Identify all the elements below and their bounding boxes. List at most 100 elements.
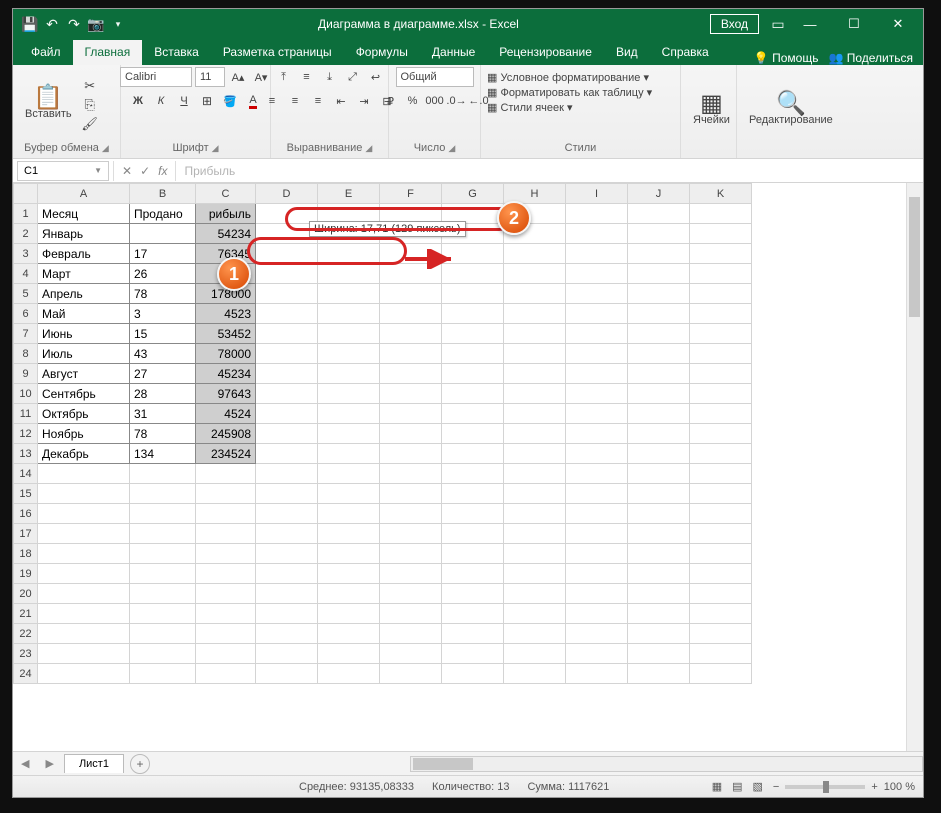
cell[interactable] xyxy=(380,264,442,284)
cell[interactable] xyxy=(130,224,196,244)
cell[interactable] xyxy=(380,304,442,324)
cell[interactable] xyxy=(256,604,318,624)
italic-button[interactable]: К xyxy=(151,91,171,111)
cell[interactable] xyxy=(380,584,442,604)
cell[interactable] xyxy=(442,584,504,604)
row-header-15[interactable]: 15 xyxy=(14,484,38,504)
cell[interactable] xyxy=(690,444,752,464)
cell[interactable] xyxy=(442,624,504,644)
row-header-6[interactable]: 6 xyxy=(14,304,38,324)
column-header-J[interactable]: J xyxy=(628,184,690,204)
cell[interactable] xyxy=(318,344,380,364)
font-size-combo[interactable]: 11 xyxy=(195,67,225,87)
cell[interactable] xyxy=(690,364,752,384)
cell[interactable] xyxy=(318,524,380,544)
cell[interactable]: Апрель xyxy=(38,284,130,304)
cell[interactable] xyxy=(566,484,628,504)
cell[interactable] xyxy=(318,564,380,584)
cell[interactable] xyxy=(504,204,566,224)
cell[interactable]: 4523 xyxy=(196,304,256,324)
cell[interactable]: 15 xyxy=(130,324,196,344)
cell[interactable] xyxy=(318,404,380,424)
cell[interactable] xyxy=(628,204,690,224)
align-top-icon[interactable]: ⤒ xyxy=(274,67,294,87)
cell[interactable] xyxy=(566,344,628,364)
maximize-button[interactable]: ☐ xyxy=(833,10,875,38)
cell[interactable] xyxy=(196,464,256,484)
cell[interactable] xyxy=(504,484,566,504)
redo-icon[interactable]: ↷ xyxy=(65,15,83,33)
cell[interactable] xyxy=(256,444,318,464)
save-icon[interactable]: 💾 xyxy=(21,15,39,33)
cell[interactable] xyxy=(504,384,566,404)
cell[interactable] xyxy=(504,464,566,484)
row-header-18[interactable]: 18 xyxy=(14,544,38,564)
increase-decimal-icon[interactable]: .0→ xyxy=(447,91,467,111)
column-header-K[interactable]: K xyxy=(690,184,752,204)
tab-page-layout[interactable]: Разметка страницы xyxy=(211,40,344,65)
cell[interactable] xyxy=(318,624,380,644)
cell[interactable]: Ноябрь xyxy=(38,424,130,444)
close-button[interactable]: ✕ xyxy=(877,10,919,38)
copy-icon[interactable]: ⎘ xyxy=(82,97,98,113)
cell[interactable]: 54234 xyxy=(196,224,256,244)
cell[interactable] xyxy=(256,244,318,264)
cell[interactable]: 234524 xyxy=(196,444,256,464)
cell[interactable]: 17 xyxy=(130,244,196,264)
align-center-icon[interactable]: ≡ xyxy=(285,91,305,111)
cell[interactable] xyxy=(38,644,130,664)
alignment-launcher-icon[interactable]: ◢ xyxy=(365,143,372,154)
cell[interactable] xyxy=(256,464,318,484)
sheet-tab[interactable]: Лист1 xyxy=(64,754,124,773)
comma-icon[interactable]: 000 xyxy=(425,91,445,111)
cell[interactable] xyxy=(256,324,318,344)
tab-insert[interactable]: Вставка xyxy=(142,40,211,65)
cell[interactable] xyxy=(566,244,628,264)
percent-icon[interactable]: % xyxy=(403,91,423,111)
cell[interactable]: 245908 xyxy=(196,424,256,444)
cell[interactable] xyxy=(504,284,566,304)
paste-button[interactable]: 📋 Вставить xyxy=(19,86,78,124)
minimize-button[interactable]: — xyxy=(789,10,831,38)
zoom-out-button[interactable]: − xyxy=(773,781,779,793)
cell[interactable] xyxy=(566,384,628,404)
cell[interactable]: 26 xyxy=(130,264,196,284)
cell[interactable] xyxy=(566,584,628,604)
cell[interactable]: 53452 xyxy=(196,324,256,344)
cell[interactable]: Месяц xyxy=(38,204,130,224)
sheet-nav-next-icon[interactable]: ▶ xyxy=(37,757,61,770)
align-right-icon[interactable]: ≡ xyxy=(308,91,328,111)
cell[interactable] xyxy=(380,644,442,664)
column-header-D[interactable]: D xyxy=(256,184,318,204)
cell[interactable] xyxy=(690,464,752,484)
cell[interactable] xyxy=(566,544,628,564)
cell[interactable] xyxy=(504,664,566,684)
cell[interactable] xyxy=(566,204,628,224)
cell[interactable] xyxy=(38,624,130,644)
cell[interactable]: Июнь xyxy=(38,324,130,344)
cell[interactable] xyxy=(690,484,752,504)
increase-indent-icon[interactable]: ⇥ xyxy=(354,91,374,111)
cell[interactable] xyxy=(628,264,690,284)
row-header-20[interactable]: 20 xyxy=(14,584,38,604)
underline-button[interactable]: Ч xyxy=(174,91,194,111)
cell[interactable] xyxy=(130,584,196,604)
cell[interactable] xyxy=(442,244,504,264)
cell[interactable] xyxy=(38,524,130,544)
cell[interactable] xyxy=(690,204,752,224)
cell[interactable] xyxy=(38,584,130,604)
cell[interactable] xyxy=(690,504,752,524)
cell[interactable] xyxy=(256,304,318,324)
tab-file[interactable]: Файл xyxy=(19,40,73,65)
row-header-19[interactable]: 19 xyxy=(14,564,38,584)
cell[interactable] xyxy=(442,664,504,684)
row-header-22[interactable]: 22 xyxy=(14,624,38,644)
row-header-10[interactable]: 10 xyxy=(14,384,38,404)
cell[interactable] xyxy=(380,284,442,304)
cell[interactable] xyxy=(380,544,442,564)
cell[interactable] xyxy=(318,464,380,484)
cell[interactable] xyxy=(196,584,256,604)
cell[interactable]: 4524 xyxy=(196,404,256,424)
cell[interactable] xyxy=(256,564,318,584)
cell[interactable] xyxy=(442,464,504,484)
